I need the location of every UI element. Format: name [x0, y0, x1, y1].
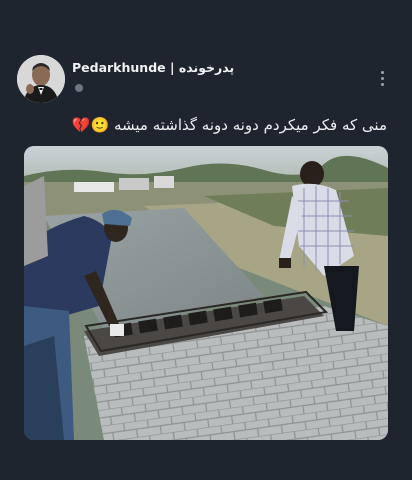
- status-dot-icon: [75, 84, 83, 92]
- author-name[interactable]: Pedarkhunde | پدرخونده: [72, 60, 234, 75]
- avatar-image: [17, 55, 65, 103]
- avatar[interactable]: [17, 55, 65, 103]
- post-image[interactable]: [24, 146, 388, 440]
- more-vertical-icon[interactable]: [375, 68, 391, 90]
- photo-image: [24, 146, 388, 440]
- dot-icon: [381, 71, 384, 74]
- post-caption: منی که فکر میکردم دونه دونه گذاشته میشه …: [71, 116, 387, 134]
- dot-icon: [381, 77, 384, 80]
- dot-icon: [381, 83, 384, 86]
